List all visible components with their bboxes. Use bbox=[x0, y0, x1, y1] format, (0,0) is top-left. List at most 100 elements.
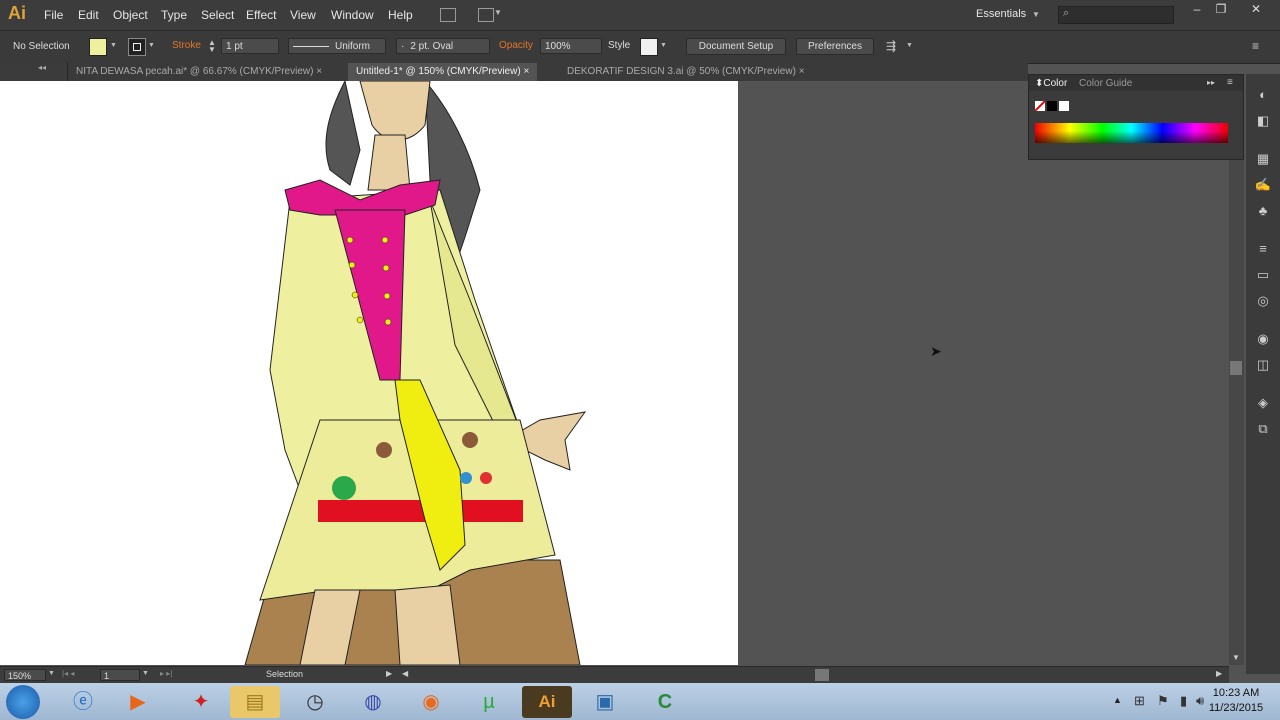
transparency-icon[interactable]: ◎ bbox=[1254, 292, 1272, 310]
symbols-icon[interactable]: ♣ bbox=[1254, 202, 1272, 220]
zoom-select[interactable]: 150% bbox=[4, 669, 46, 681]
scroll-left-icon[interactable]: ◀ bbox=[402, 669, 408, 678]
stroke-profile-label: Uniform bbox=[335, 41, 371, 52]
arrange-documents-icon[interactable] bbox=[478, 8, 494, 22]
document-setup-button[interactable]: Document Setup bbox=[686, 38, 786, 55]
menu-file[interactable]: File bbox=[44, 8, 63, 22]
artboard-number-field[interactable]: 1 bbox=[100, 669, 140, 681]
workspace-switcher[interactable]: Essentials bbox=[976, 8, 1026, 20]
show-hidden-icons[interactable]: ▲ bbox=[1113, 695, 1122, 705]
scroll-thumb[interactable] bbox=[1230, 361, 1242, 375]
opacity-field[interactable]: 100% bbox=[540, 38, 602, 54]
panel-menu-icon[interactable]: ≡ bbox=[1227, 77, 1233, 88]
scroll-right-icon[interactable]: ▶ bbox=[1216, 669, 1222, 678]
menu-type[interactable]: Type bbox=[161, 8, 187, 22]
tab-untitled-1[interactable]: Untitled-1* @ 150% (CMYK/Preview) × bbox=[348, 63, 538, 81]
chevron-down-icon[interactable]: ▼ bbox=[1232, 653, 1240, 662]
menu-select[interactable]: Select bbox=[201, 8, 234, 22]
menu-window[interactable]: Window bbox=[331, 8, 374, 22]
volume-icon[interactable]: 🔊︎ bbox=[1196, 693, 1204, 709]
clock-date[interactable]: 11/23/2015 bbox=[1204, 702, 1268, 714]
chevron-down-icon[interactable]: ▼ bbox=[906, 42, 913, 49]
pin-app-icon[interactable]: ✦ bbox=[176, 686, 226, 718]
illustrator-icon[interactable]: Ai bbox=[522, 686, 572, 718]
clock-time[interactable]: 10:23 AM bbox=[1208, 687, 1264, 699]
menu-effect[interactable]: Effect bbox=[246, 8, 276, 22]
layers-icon[interactable]: ◈ bbox=[1254, 394, 1272, 412]
brush-label: 2 pt. Oval bbox=[410, 41, 454, 52]
stroke-weight-field[interactable]: 1 pt bbox=[221, 38, 279, 54]
browser-app-icon[interactable]: ◍ bbox=[348, 686, 398, 718]
chevron-down-icon[interactable]: ▼ bbox=[1032, 10, 1040, 19]
start-button[interactable] bbox=[6, 685, 40, 719]
artboard[interactable] bbox=[0, 81, 738, 665]
tab-label: NITA DEWASA pecah.ai* @ 66.67% (CMYK/Pre… bbox=[76, 66, 314, 77]
arrange-icon[interactable]: ⇶ bbox=[886, 39, 896, 53]
swatches-icon[interactable]: ▦ bbox=[1254, 150, 1272, 168]
color-panel-icon[interactable]: ◐ bbox=[1254, 86, 1272, 104]
color-guide-icon[interactable]: ◧ bbox=[1254, 112, 1272, 130]
close-icon[interactable]: × bbox=[799, 66, 805, 77]
photo-viewer-icon[interactable]: ▣ bbox=[580, 686, 630, 718]
menu-object[interactable]: Object bbox=[113, 8, 148, 22]
chevron-down-icon[interactable]: ▼ bbox=[494, 8, 502, 17]
none-swatch[interactable] bbox=[1035, 101, 1045, 111]
chevron-down-icon[interactable]: ▼ bbox=[110, 42, 117, 49]
appearance-icon[interactable]: ◉ bbox=[1254, 330, 1272, 348]
gradient-icon[interactable]: ▭ bbox=[1254, 266, 1272, 284]
opacity-label[interactable]: Opacity bbox=[499, 40, 533, 51]
collapse-icon[interactable]: ◂◂ bbox=[38, 63, 46, 72]
vertical-scrollbar[interactable]: ▼ bbox=[1229, 81, 1244, 665]
fill-swatch[interactable] bbox=[89, 38, 107, 56]
network-icon[interactable]: ▮ bbox=[1180, 693, 1187, 709]
white-swatch[interactable] bbox=[1059, 101, 1069, 111]
tab-color[interactable]: ⬍Color bbox=[1035, 78, 1067, 89]
camtasia-icon[interactable]: C bbox=[640, 686, 690, 718]
stroke-label[interactable]: Stroke bbox=[172, 40, 201, 51]
graphic-styles-icon[interactable]: ◫ bbox=[1254, 356, 1272, 374]
restore-button[interactable]: ❐ bbox=[1208, 2, 1234, 20]
tab-nita-dewasa[interactable]: NITA DEWASA pecah.ai* @ 66.67% (CMYK/Pre… bbox=[68, 63, 330, 81]
panel-menu-icon[interactable]: ≡ bbox=[1252, 39, 1259, 53]
internet-explorer-icon[interactable]: ⓔ bbox=[58, 686, 108, 718]
status-menu-icon[interactable]: ▶ bbox=[386, 669, 392, 678]
close-icon[interactable]: × bbox=[523, 66, 529, 77]
media-player-icon[interactable]: ▶ bbox=[113, 686, 163, 718]
chevron-down-icon[interactable]: ▼ bbox=[142, 670, 149, 677]
chevron-down-icon[interactable]: ▼ bbox=[48, 670, 55, 677]
tab-dekoratif-design[interactable]: DEKORATIF DESIGN 3.ai @ 50% (CMYK/Previe… bbox=[559, 63, 813, 81]
scroll-thumb[interactable] bbox=[815, 669, 829, 681]
last-artboard-icon[interactable]: ▸ ▸| bbox=[160, 669, 172, 678]
artboards-icon[interactable]: ⧉ bbox=[1254, 420, 1272, 438]
menu-view[interactable]: View bbox=[290, 8, 316, 22]
stroke-swatch[interactable] bbox=[128, 38, 146, 56]
chevron-down-icon[interactable]: ▼ bbox=[148, 42, 155, 49]
utorrent-icon[interactable]: µ bbox=[464, 686, 514, 718]
firefox-icon[interactable]: ◉ bbox=[406, 686, 456, 718]
black-swatch[interactable] bbox=[1047, 101, 1057, 111]
preferences-button[interactable]: Preferences bbox=[796, 38, 874, 55]
color-spectrum[interactable] bbox=[1035, 123, 1228, 143]
stroke-icon[interactable]: ≡ bbox=[1254, 240, 1272, 258]
windows-flag-icon[interactable]: ⊞ bbox=[1134, 693, 1145, 709]
bridge-icon[interactable] bbox=[440, 8, 456, 22]
graphic-style-swatch[interactable] bbox=[640, 38, 658, 56]
close-button[interactable]: ✕ bbox=[1243, 2, 1269, 20]
close-icon[interactable]: × bbox=[316, 66, 322, 77]
file-explorer-icon[interactable]: ▤ bbox=[230, 686, 280, 718]
clock-app-icon[interactable]: ◷ bbox=[290, 686, 340, 718]
brush-select[interactable]: · 2 pt. Oval bbox=[396, 38, 490, 54]
tab-label: Untitled-1* @ 150% (CMYK/Preview) bbox=[356, 66, 521, 77]
first-artboard-icon[interactable]: |◂ ◂ bbox=[62, 669, 74, 678]
menu-edit[interactable]: Edit bbox=[78, 8, 99, 22]
search-input[interactable]: ⌕ bbox=[1058, 6, 1174, 24]
stroke-profile-select[interactable]: Uniform bbox=[288, 38, 386, 54]
action-center-icon[interactable]: ⚑ bbox=[1157, 693, 1169, 709]
chevron-down-icon[interactable]: ▼ bbox=[660, 42, 667, 49]
brushes-icon[interactable]: ✍ bbox=[1254, 176, 1272, 194]
collapse-icon[interactable]: ▸▸ bbox=[1207, 78, 1215, 87]
minimize-button[interactable]: – bbox=[1184, 2, 1210, 20]
menu-help[interactable]: Help bbox=[388, 8, 413, 22]
tab-color-guide[interactable]: Color Guide bbox=[1079, 78, 1132, 89]
stepper-icon[interactable]: ▲ ▼ bbox=[208, 39, 216, 54]
